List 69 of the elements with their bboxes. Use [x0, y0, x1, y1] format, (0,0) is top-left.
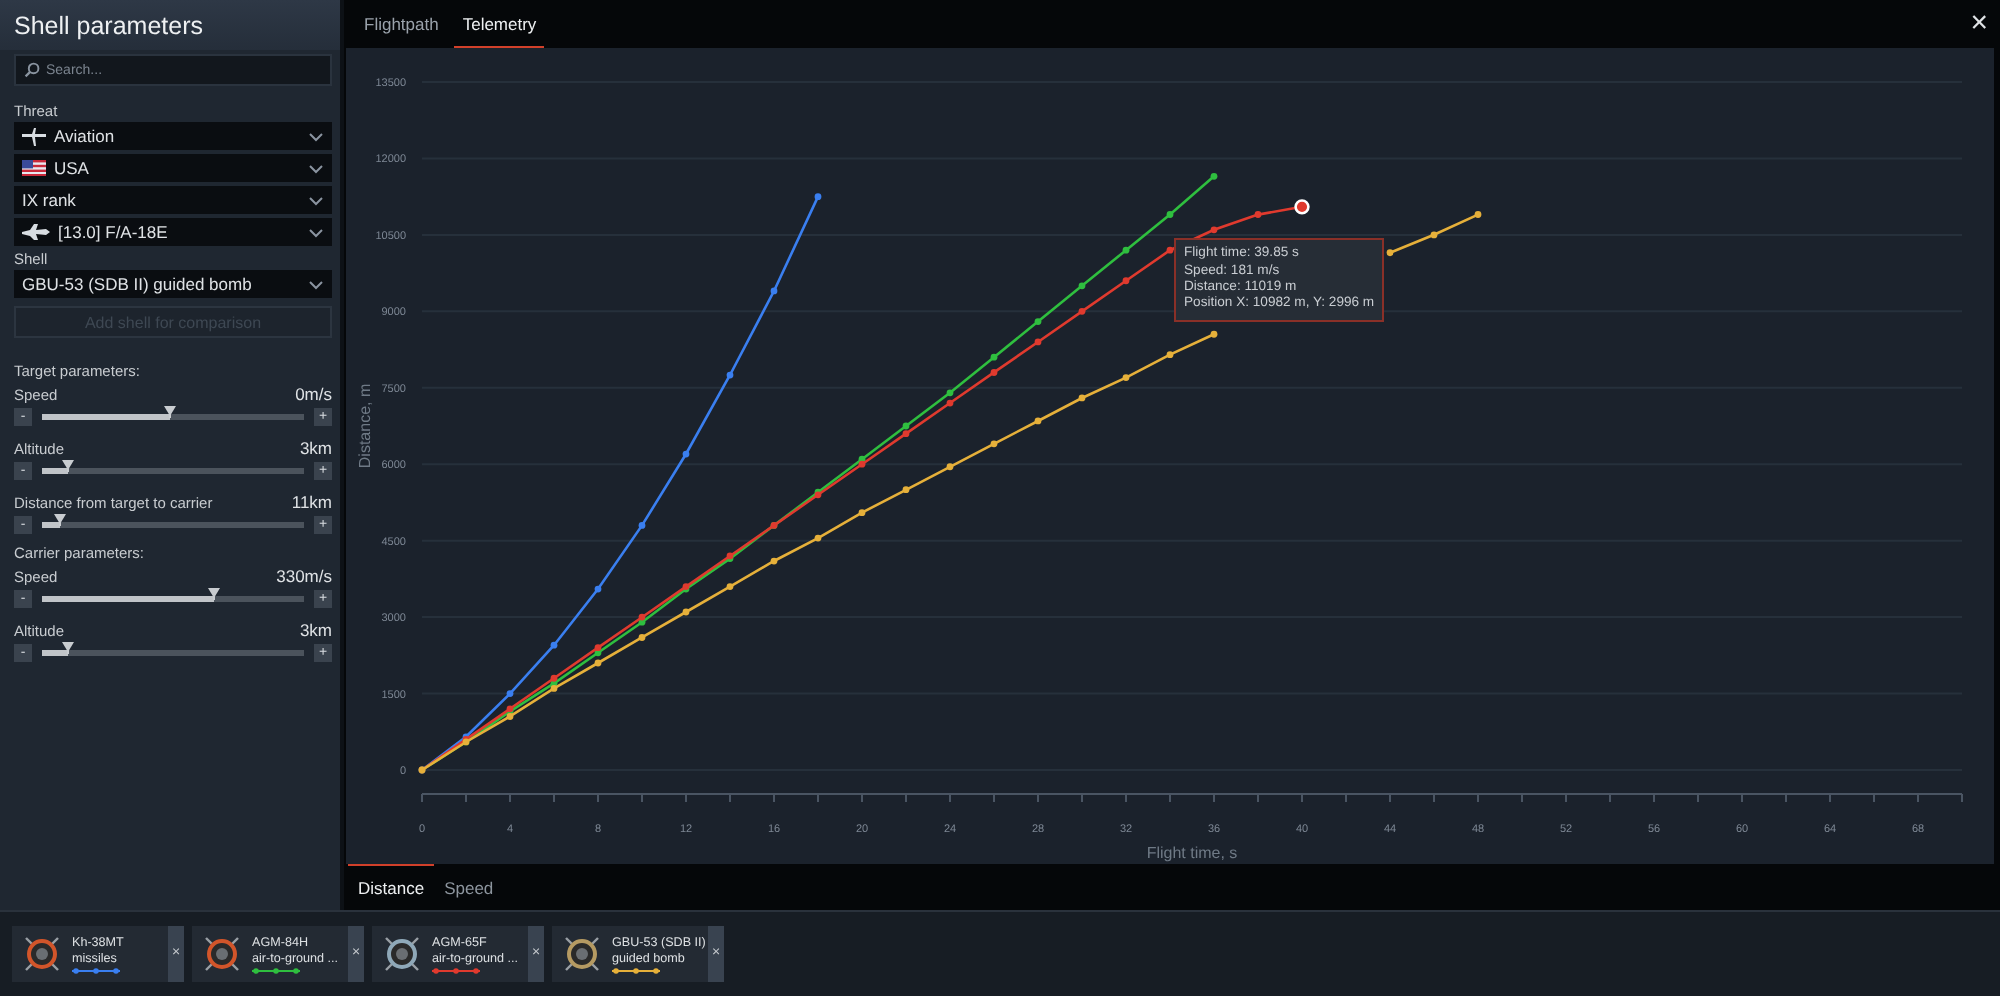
slider-value: 3km — [299, 620, 332, 640]
data-point — [1386, 249, 1394, 257]
panel-title: Shell parameters — [0, 0, 340, 50]
search-icon — [24, 62, 40, 78]
chevron-icon — [308, 279, 324, 289]
data-point — [946, 463, 954, 471]
data-point — [770, 287, 778, 295]
data-point — [1122, 246, 1130, 254]
tab[interactable]: Flightpath — [356, 0, 447, 48]
data-point — [594, 585, 602, 593]
data-point — [682, 450, 690, 458]
data-point — [1034, 338, 1042, 346]
data-point — [1166, 246, 1174, 254]
data-point — [682, 608, 690, 616]
data-point — [858, 509, 866, 517]
dropdown[interactable]: USA — [14, 154, 332, 182]
data-point — [990, 369, 998, 376]
slider-value: 11km — [291, 492, 332, 512]
data-point — [1034, 417, 1042, 425]
data-point — [1034, 318, 1042, 325]
close-button[interactable]: × — [1970, 0, 1988, 48]
dropdown[interactable]: Aviation — [14, 122, 332, 150]
data-point — [1210, 330, 1218, 338]
data-point — [1166, 211, 1174, 218]
slider-value: 0m/s — [295, 384, 332, 404]
slider-thumb[interactable] — [164, 406, 177, 418]
emblem-icon — [382, 934, 422, 974]
data-point — [1078, 282, 1086, 290]
data-point — [1254, 211, 1262, 218]
plane-icon — [22, 127, 46, 145]
emblem-icon — [562, 934, 602, 974]
tab[interactable]: Speed — [434, 864, 504, 910]
data-point — [770, 557, 778, 565]
slider-thumb[interactable] — [62, 460, 75, 472]
data-point — [1122, 277, 1130, 285]
data-point — [506, 690, 514, 697]
data-point — [990, 440, 998, 448]
emblem-icon — [202, 934, 242, 974]
emblem-icon — [22, 934, 62, 974]
slider-thumb[interactable] — [62, 642, 75, 654]
chevron-icon — [308, 163, 324, 173]
data-point — [814, 534, 822, 542]
jet-icon — [22, 223, 50, 241]
slider-thumb[interactable] — [208, 588, 221, 600]
data-point — [638, 634, 646, 641]
data-point — [1078, 394, 1086, 402]
slider-value: 330m/s — [276, 566, 332, 586]
data-point — [1166, 351, 1174, 359]
dropdown[interactable]: [13.0] F/A-18E — [14, 218, 332, 246]
slider-value: 3km — [299, 438, 332, 458]
slider-thumb[interactable] — [54, 514, 67, 526]
dropdown[interactable]: GBU-53 (SDB II) guided bomb — [14, 270, 332, 298]
chevron-icon — [308, 131, 324, 141]
dropdown[interactable]: IX rank — [14, 186, 332, 214]
data-point — [1210, 226, 1218, 234]
chevron-icon — [308, 227, 324, 237]
chevron-icon — [308, 195, 324, 205]
data-point — [638, 522, 646, 529]
axis-title: Distance, m — [356, 383, 374, 469]
data-point — [1078, 307, 1086, 315]
data-point — [726, 371, 734, 379]
data-point — [902, 486, 910, 494]
data-point — [1122, 374, 1130, 381]
data-point — [726, 583, 734, 590]
data-point — [550, 641, 558, 649]
flag-icon — [22, 160, 46, 176]
data-point — [1430, 231, 1438, 239]
axis-title: Flight time, s — [1146, 844, 1238, 862]
data-point — [990, 353, 998, 361]
